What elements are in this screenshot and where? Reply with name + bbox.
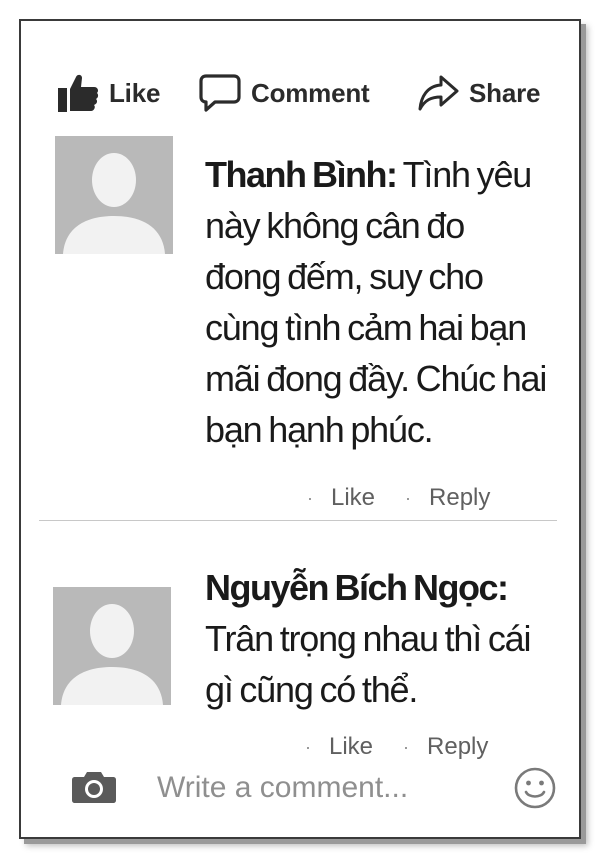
smiley-icon[interactable] [513,766,557,815]
share-arrow-icon [417,73,459,113]
comment-line: đong đếm, suy cho [205,256,484,297]
comment-line: Thanh Bình: Tình yêu [205,154,532,195]
comment-input[interactable] [155,765,489,811]
comment-composer [21,761,579,815]
comment-like-link[interactable]: Like [331,484,375,512]
camera-icon[interactable] [71,770,117,809]
avatar[interactable] [53,587,171,705]
default-avatar-icon [53,587,171,705]
comment-reply-link[interactable]: Reply [427,733,488,761]
comment-line: cùng tình cảm hai bạn [205,307,527,348]
comment-action-button[interactable]: Comment [199,69,370,117]
comment-line: mãi đong đầy. Chúc hai [205,358,547,399]
divider [39,520,557,521]
separator-dot: · [307,487,313,508]
comment-label: Comment [251,77,370,108]
comment-line: Nguyễn Bích Ngọc: [205,562,530,613]
comment-reply-link[interactable]: Reply [429,484,490,512]
comment-card: Like Comment Share Thanh Bình: Tình yêu … [19,19,581,839]
speech-bubble-icon [199,73,241,113]
thumbs-up-icon [57,73,99,113]
like-action-button[interactable]: Like [57,69,160,117]
separator-dot: · [403,736,410,757]
separator-dot: · [405,487,412,508]
comment-line: gì cũng có thể. [205,669,418,710]
comment-line: này không cân đo [205,205,465,246]
share-label: Share [469,77,541,108]
comment-line: Trân trọng nhau thì cái [205,618,531,659]
like-label: Like [109,77,161,108]
comment-like-link[interactable]: Like [329,733,373,761]
separator-dot: · [305,736,311,757]
comment-body: Thanh Bình: Tình yêu này không cân đo đo… [205,149,547,455]
comment-meta: · Like · Reply [305,733,518,761]
comment-line: bạn hạnh phúc. [205,409,434,450]
comment-body: Nguyễn Bích Ngọc: Trân trọng nhau thì cá… [205,562,531,715]
action-bar: Like Comment Share [21,69,579,117]
share-action-button[interactable]: Share [417,69,540,117]
comment-author[interactable]: Nguyễn Bích Ngọc: [205,567,509,608]
comment-author[interactable]: Thanh Bình: [205,154,398,195]
default-avatar-icon [55,136,173,254]
comment-meta: · Like · Reply [307,484,520,512]
avatar[interactable] [55,136,173,254]
